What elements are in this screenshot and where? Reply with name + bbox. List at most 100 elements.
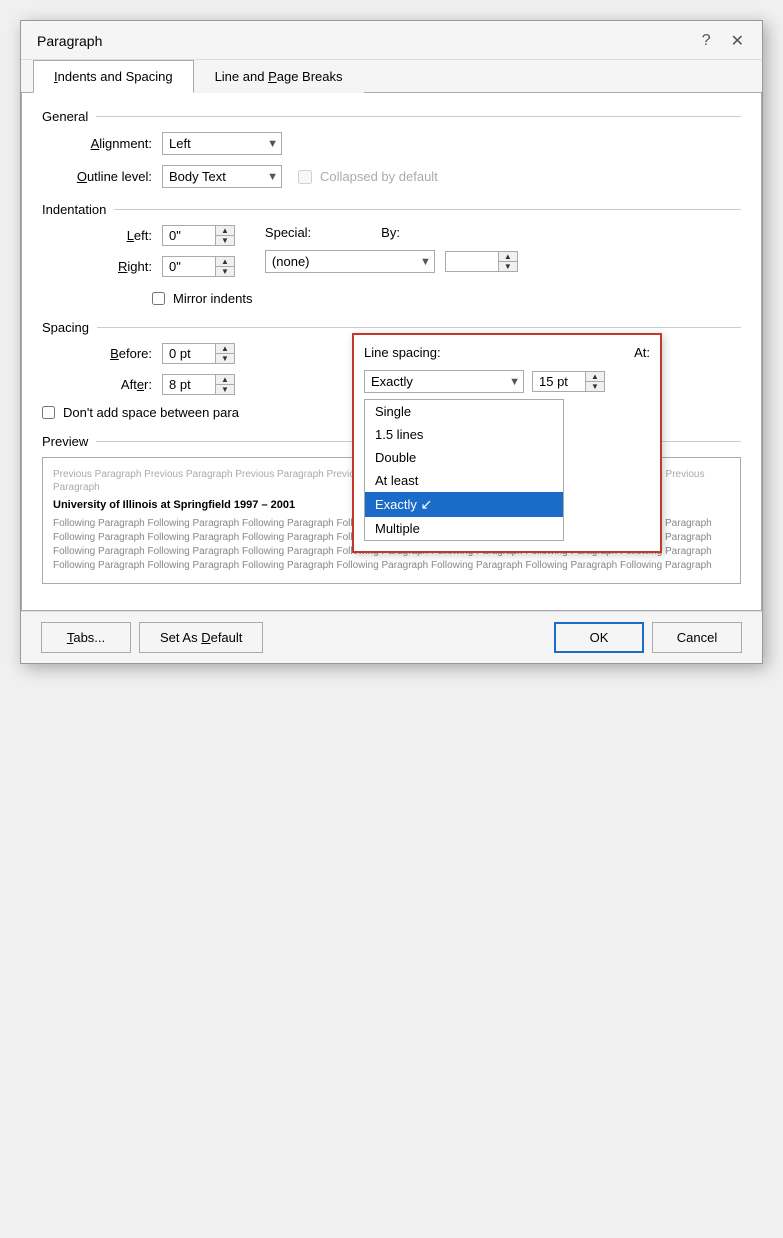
- at-up[interactable]: ▲: [585, 372, 604, 382]
- indent-left-spinbtns: ▲ ▼: [215, 226, 234, 245]
- by-input[interactable]: [446, 252, 498, 271]
- indentation-section: Indentation Left: ▲ ▼: [42, 202, 741, 306]
- ok-button[interactable]: OK: [554, 622, 644, 653]
- indent-right-input[interactable]: [163, 257, 215, 276]
- indent-left-up[interactable]: ▲: [215, 226, 234, 236]
- indent-left-spinner: ▲ ▼: [162, 225, 235, 246]
- indent-left-right: Left: ▲ ▼ Right:: [42, 225, 235, 287]
- outline-select[interactable]: Body Text Level 1 Level 2: [162, 165, 282, 188]
- indent-left-input[interactable]: [163, 226, 215, 245]
- tabs-label: abs...: [73, 630, 105, 645]
- dialog-title: Paragraph: [37, 33, 102, 49]
- line-spacing-select[interactable]: Single 1.5 lines Double At least Exactly…: [364, 370, 524, 393]
- by-down[interactable]: ▼: [498, 262, 517, 271]
- ls-option-1-5[interactable]: 1.5 lines: [365, 423, 563, 446]
- at-down[interactable]: ▼: [585, 382, 604, 391]
- tab-indents-spacing-label: ndents and Spacing: [58, 69, 173, 84]
- mirror-label: Mirror indents: [173, 291, 252, 306]
- at-spinner: ▲ ▼: [532, 371, 605, 392]
- ls-option-multiple[interactable]: Multiple: [365, 517, 563, 540]
- indent-right-underline: R: [118, 259, 127, 274]
- indentation-section-label: Indentation: [42, 202, 741, 217]
- collapsed-checkbox[interactable]: [298, 170, 312, 184]
- line-spacing-label: Line spacing:: [364, 345, 441, 360]
- indent-right-down[interactable]: ▼: [215, 267, 234, 276]
- ls-option-at-least[interactable]: At least: [365, 469, 563, 492]
- set-default-underline: D: [201, 630, 210, 645]
- indent-left-underline: L: [127, 228, 134, 243]
- line-spacing-panel: Line spacing: At: Single 1.5 lines Doubl…: [352, 333, 662, 553]
- by-spinbtns: ▲ ▼: [498, 252, 517, 271]
- after-up[interactable]: ▲: [215, 375, 234, 385]
- before-input[interactable]: [163, 344, 215, 363]
- special-select[interactable]: (none) First line Hanging: [265, 250, 435, 273]
- indent-right-spinbtns: ▲ ▼: [215, 257, 234, 276]
- special-select-wrapper: (none) First line Hanging ▼: [265, 250, 435, 273]
- paragraph-dialog: Paragraph ? ✕ Indents and Spacing Line a…: [20, 20, 763, 664]
- before-spinbtns: ▲ ▼: [215, 344, 234, 363]
- alignment-select-wrapper: Left Center Right Justified ▼: [162, 132, 282, 155]
- mirror-checkbox[interactable]: [152, 292, 165, 305]
- collapsed-label: Collapsed by default: [320, 169, 438, 184]
- mirror-group: Mirror indents: [152, 291, 741, 306]
- after-down[interactable]: ▼: [215, 385, 234, 394]
- ls-dropdown-list: Single 1.5 lines Double At least Exactly…: [364, 399, 564, 541]
- special-controls: (none) First line Hanging ▼ ▲ ▼: [265, 250, 518, 273]
- indent-right-group: Right: ▲ ▼: [42, 256, 235, 277]
- by-label-wrap: By:: [381, 225, 400, 240]
- after-spinbtns: ▲ ▼: [215, 375, 234, 394]
- alignment-select[interactable]: Left Center Right Justified: [162, 132, 282, 155]
- dont-add-label: Don't add space between para: [63, 405, 239, 420]
- after-group: After: ▲ ▼: [42, 374, 239, 395]
- title-bar: Paragraph ? ✕: [21, 21, 762, 60]
- after-underline: e: [137, 377, 144, 392]
- by-spinner: ▲ ▼: [445, 251, 518, 272]
- tab-line-page-label2: age Breaks: [277, 69, 343, 84]
- ls-controls: Single 1.5 lines Double At least Exactly…: [364, 370, 650, 393]
- before-spinner: ▲ ▼: [162, 343, 235, 364]
- alignment-label: Alignment:: [42, 136, 152, 151]
- outline-group: Outline level: Body Text Level 1 Level 2…: [42, 165, 741, 188]
- indent-right-up[interactable]: ▲: [215, 257, 234, 267]
- at-label: At:: [634, 345, 650, 360]
- at-input[interactable]: [533, 372, 585, 391]
- indent-right-spinner: ▲ ▼: [162, 256, 235, 277]
- indent-right-label: Right:: [42, 259, 152, 274]
- outline-label: Outline level:: [42, 169, 152, 184]
- set-default-button[interactable]: Set As Default: [139, 622, 263, 653]
- tab-line-page-label: Line and: [215, 69, 269, 84]
- help-button[interactable]: ?: [696, 30, 717, 52]
- outline-underline: O: [77, 169, 87, 184]
- before-underline: B: [110, 346, 119, 361]
- special-group: Special: By:: [265, 225, 518, 240]
- dont-add-checkbox[interactable]: [42, 406, 55, 419]
- before-down[interactable]: ▼: [215, 354, 234, 363]
- after-input[interactable]: [163, 375, 215, 394]
- tab-line-page-breaks[interactable]: Line and Page Breaks: [194, 60, 364, 93]
- indent-left-down[interactable]: ▼: [215, 236, 234, 245]
- before-label: Before:: [42, 346, 152, 361]
- after-spinner: ▲ ▼: [162, 374, 235, 395]
- ls-option-single[interactable]: Single: [365, 400, 563, 423]
- tab-line-page-underline: P: [268, 69, 277, 84]
- after-label: After:: [42, 377, 152, 392]
- footer-spacer: [271, 622, 546, 653]
- before-up[interactable]: ▲: [215, 344, 234, 354]
- ls-select-wrapper: Single 1.5 lines Double At least Exactly…: [364, 370, 524, 393]
- line-spacing-box: Line spacing: At: Single 1.5 lines Doubl…: [352, 333, 662, 553]
- special-label: Special:: [265, 225, 311, 240]
- dont-add-group: Don't add space between para: [42, 405, 239, 420]
- ls-option-double[interactable]: Double: [365, 446, 563, 469]
- by-up[interactable]: ▲: [498, 252, 517, 262]
- ls-option-exactly[interactable]: Exactly ↙: [365, 492, 563, 517]
- dialog-content: General Alignment: Left Center Right Jus…: [21, 93, 762, 611]
- spacing-left: Before: ▲ ▼ After:: [42, 343, 239, 420]
- cancel-button[interactable]: Cancel: [652, 622, 742, 653]
- tab-indents-spacing[interactable]: Indents and Spacing: [33, 60, 194, 93]
- general-section: General Alignment: Left Center Right Jus…: [42, 109, 741, 188]
- at-spinbtns: ▲ ▼: [585, 372, 604, 391]
- tabs-button[interactable]: Tabs...: [41, 622, 131, 653]
- alignment-underline: A: [91, 136, 100, 151]
- close-button[interactable]: ✕: [725, 29, 750, 53]
- outline-select-wrapper: Body Text Level 1 Level 2 ▼: [162, 165, 282, 188]
